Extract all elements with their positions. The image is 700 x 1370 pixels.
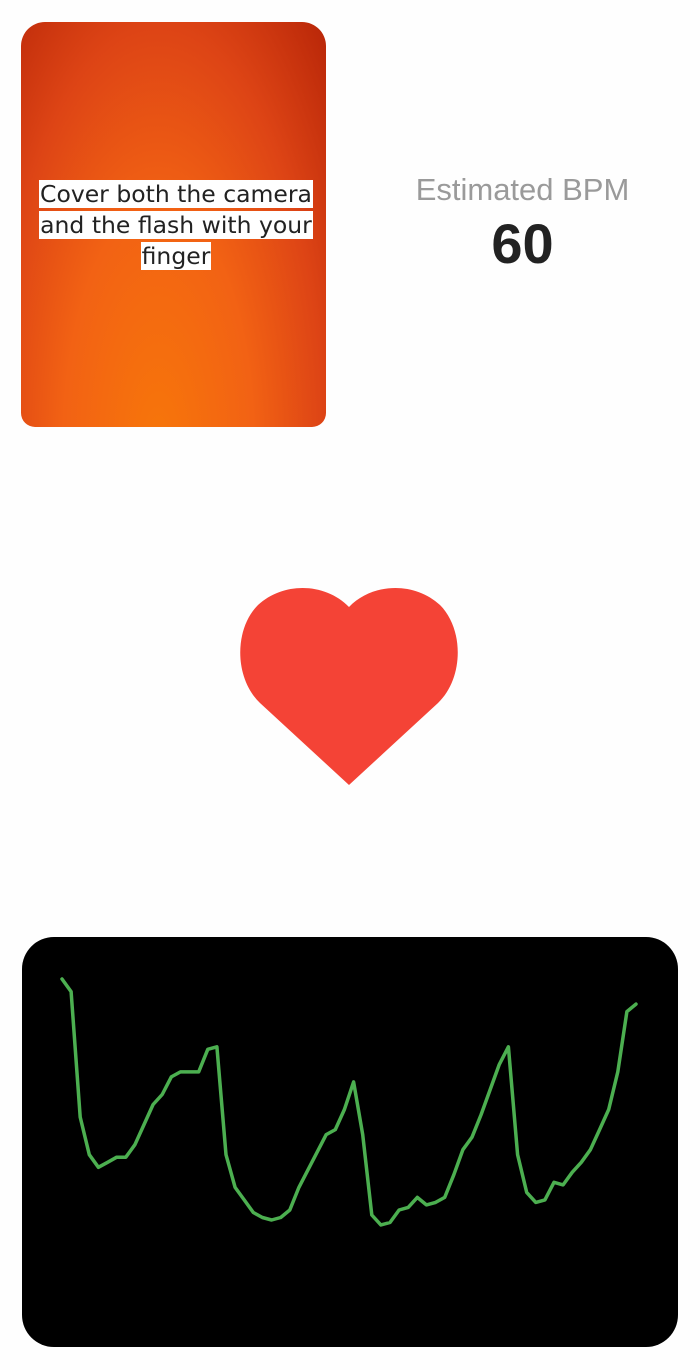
camera-preview: Cover both the camera and the flash with…	[21, 22, 326, 427]
heart-rate-screen: Cover both the camera and the flash with…	[0, 0, 700, 1370]
bpm-value: 60	[491, 212, 554, 275]
camera-hint-text: Cover both the camera and the flash with…	[39, 180, 313, 270]
bpm-label: Estimated BPM	[415, 172, 630, 207]
pulse-graph	[22, 937, 678, 1347]
heart-icon	[240, 585, 458, 787]
pulse-waveform-line	[60, 977, 638, 1227]
pulse-graph-plot	[60, 977, 638, 1227]
bpm-readout: Estimated BPM 60	[365, 168, 680, 276]
camera-hint: Cover both the camera and the flash with…	[36, 179, 316, 272]
heart-icon-graphic	[240, 587, 458, 785]
